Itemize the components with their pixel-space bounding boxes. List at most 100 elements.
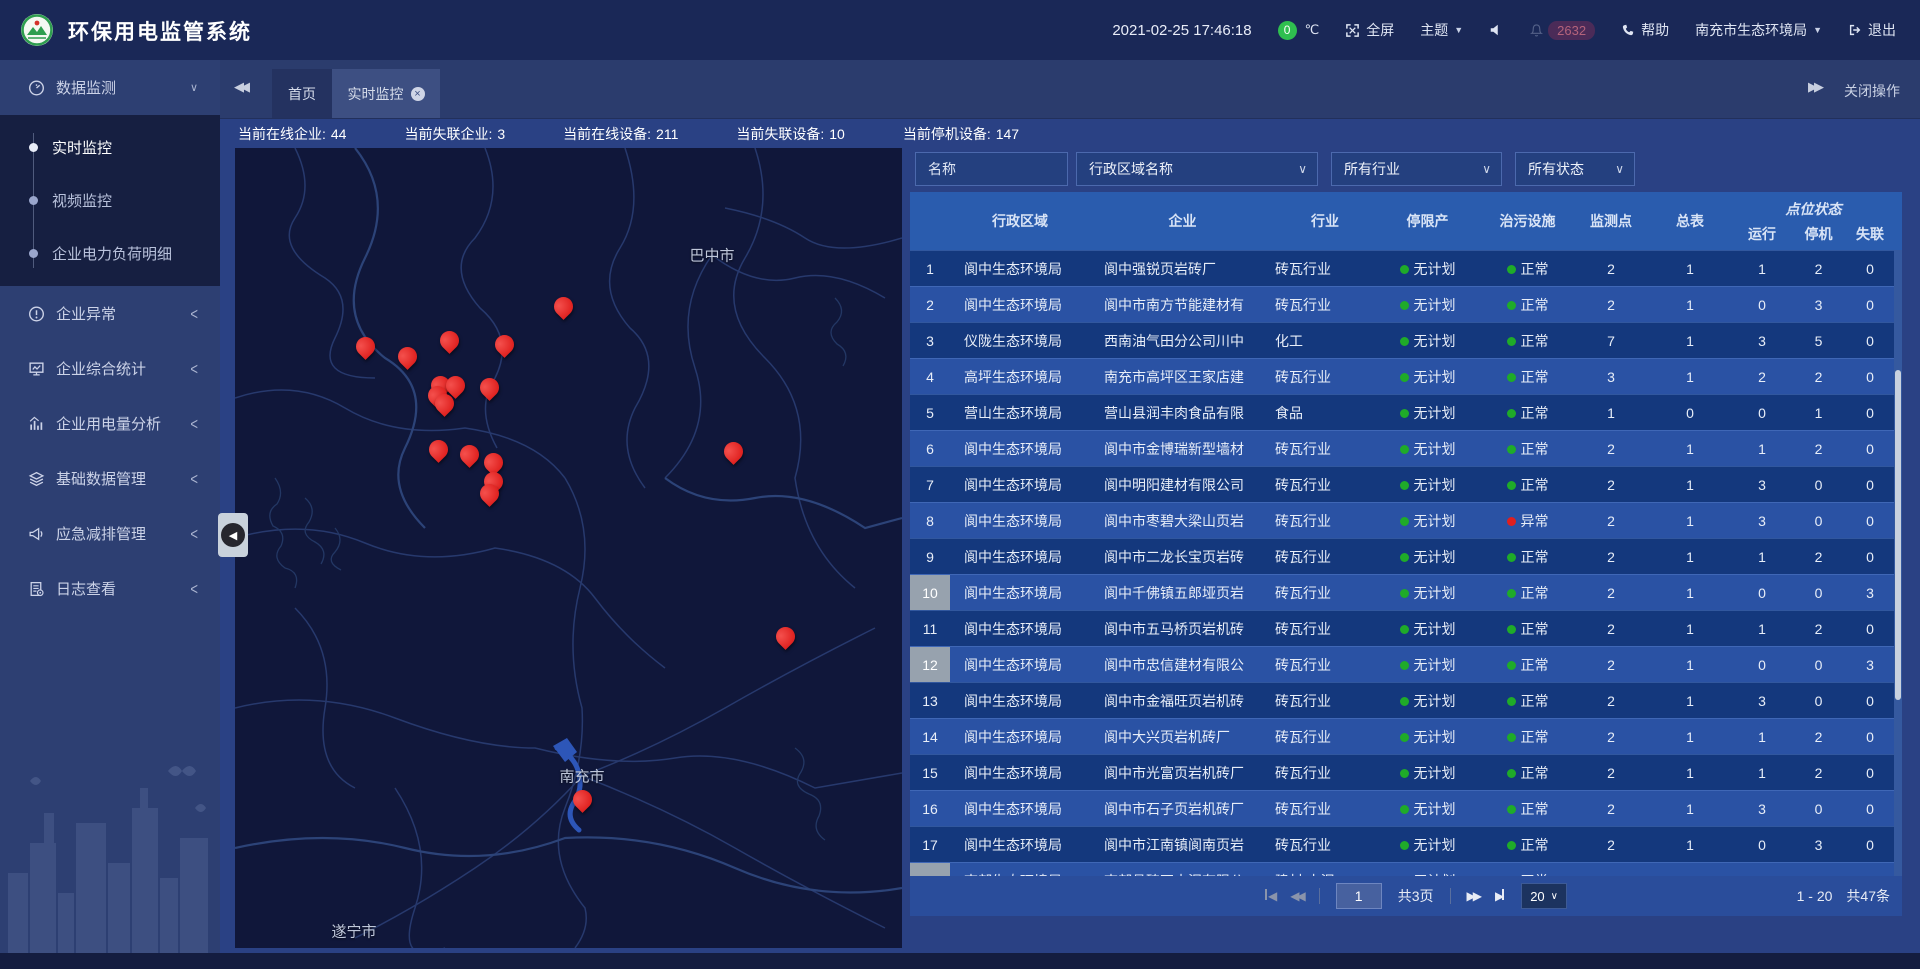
org-dropdown[interactable]: 南充市生态环境局 ▼ (1695, 20, 1822, 40)
sidebar-item-power-load-detail[interactable]: 企业电力负荷明细 (0, 227, 220, 280)
fullscreen-button[interactable]: 全屏 (1345, 20, 1394, 40)
stat-offline-devices: 当前失联设备:10 (736, 124, 844, 144)
sidebar: 数据监测 ∨ 实时监控 视频监控 企业电力负荷明细 企业异常 < 企业综合统计 … (0, 60, 220, 953)
table-row[interactable]: 13阆中生态环境局阆中市金福旺页岩机砖砖瓦行业无计划正常21300 (910, 682, 1894, 718)
status-dot-green (1400, 697, 1409, 706)
close-operations-button[interactable]: 关闭操作 (1844, 81, 1900, 101)
cell-num: 2 (910, 287, 950, 323)
cell-run: 0 (1733, 575, 1791, 611)
sidebar-item-enterprise-stats[interactable]: 企业综合统计 < (0, 341, 220, 396)
notification-button[interactable]: 2632 (1529, 21, 1595, 40)
table-row[interactable]: 11阆中生态环境局阆中市五马桥页岩机砖砖瓦行业无计划正常21120 (910, 610, 1894, 646)
prev-page-button[interactable]: ◀◀ (1290, 889, 1302, 903)
cell-region: 阆中生态环境局 (950, 503, 1090, 539)
sidebar-item-realtime-monitor[interactable]: 实时监控 (0, 121, 220, 174)
name-search-input[interactable] (915, 152, 1068, 186)
page-number-input[interactable] (1336, 883, 1382, 909)
chevron-down-icon: ▼ (1454, 25, 1463, 35)
cell-company: 西南油气田分公司川中 (1090, 323, 1275, 359)
cell-num: 8 (910, 503, 950, 539)
table-row[interactable]: 14阆中生态环境局阆中大兴页岩机砖厂砖瓦行业无计划正常21120 (910, 718, 1894, 754)
table-row[interactable]: 16阆中生态环境局阆中市石子页岩机砖厂砖瓦行业无计划正常21300 (910, 790, 1894, 826)
tab-scroll-left-icon[interactable]: ◀◀ (234, 79, 246, 95)
map-collapse-button[interactable]: ◀ (218, 513, 248, 557)
status-select[interactable]: 所有状态 ∨ (1515, 152, 1635, 186)
cell-lost: 3 (1846, 575, 1894, 611)
table-row[interactable]: 3仪陇生态环境局西南油气田分公司川中化工无计划正常71350 (910, 322, 1894, 358)
bar-chart-icon (28, 415, 45, 432)
status-dot-green (1507, 373, 1516, 382)
table-row[interactable]: 12阆中生态环境局阆中市忠信建材有限公砖瓦行业无计划正常21003 (910, 646, 1894, 682)
tab-realtime-monitor[interactable]: 实时监控 × (332, 69, 440, 118)
cell-stop: 无计划 (1375, 251, 1480, 287)
status-dot-green (1400, 409, 1409, 418)
table-row[interactable]: 4高坪生态环境局南充市高坪区王家店建砖瓦行业无计划正常31220 (910, 358, 1894, 394)
table-row[interactable]: 2阆中生态环境局阆中市南方节能建材有砖瓦行业无计划正常21030 (910, 286, 1894, 322)
table-row[interactable]: 6阆中生态环境局阆中市金博瑞新型墙材砖瓦行业无计划正常21120 (910, 430, 1894, 466)
chevron-down-icon: ∨ (1482, 162, 1491, 176)
exit-icon (1848, 23, 1862, 37)
tab-scroll-right-icon[interactable]: ▶▶ (1808, 79, 1820, 95)
cell-meters: 1 (1647, 539, 1733, 575)
table-row[interactable]: 18南部生态环境局南部县砖瓦水泥有限公建材|水泥无计划正常60060 (910, 862, 1894, 876)
tab-home[interactable]: 首页 (272, 69, 332, 118)
sidebar-item-enterprise-abnormal[interactable]: 企业异常 < (0, 286, 220, 341)
logout-button[interactable]: 退出 (1848, 20, 1896, 40)
bullet-icon (29, 143, 38, 152)
sidebar-item-log-view[interactable]: 日志查看 < (0, 561, 220, 616)
status-dot-green (1507, 553, 1516, 562)
first-page-button[interactable]: ◀ (1264, 889, 1274, 903)
sidebar-item-data-monitor[interactable]: 数据监测 ∨ (0, 60, 220, 115)
help-button[interactable]: 帮助 (1621, 20, 1669, 40)
sidebar-item-base-data[interactable]: 基础数据管理 < (0, 451, 220, 506)
sidebar-item-emergency-reduction[interactable]: 应急减排管理 < (0, 506, 220, 561)
cell-points: 2 (1575, 431, 1647, 467)
scrollbar-thumb[interactable] (1895, 370, 1901, 700)
bottom-strip (0, 953, 1920, 969)
table-row[interactable]: 9阆中生态环境局阆中市二龙长宝页岩砖砖瓦行业无计划正常21120 (910, 538, 1894, 574)
next-page-button[interactable]: ▶▶ (1467, 889, 1479, 903)
table-row[interactable]: 5营山生态环境局营山县润丰肉食品有限食品无计划正常10010 (910, 394, 1894, 430)
gauge-icon (28, 79, 45, 96)
column-header-industry: 行业 (1275, 192, 1375, 250)
cell-lost: 3 (1846, 647, 1894, 683)
cell-stopped: 0 (1791, 467, 1846, 503)
cell-meters: 0 (1647, 863, 1733, 876)
cell-stopped: 3 (1791, 827, 1846, 863)
table-row[interactable]: 10阆中生态环境局阆中千佛镇五郎垭页岩砖瓦行业无计划正常21003 (910, 574, 1894, 610)
region-select[interactable]: 行政区域名称 ∨ (1076, 152, 1318, 186)
cell-points: 2 (1575, 251, 1647, 287)
cell-points: 2 (1575, 827, 1647, 863)
last-page-button[interactable]: ▶ (1495, 889, 1505, 903)
cell-lost: 0 (1846, 791, 1894, 827)
cell-num: 17 (910, 827, 950, 863)
map-panel[interactable]: 巴中市南充市遂宁市 (235, 148, 902, 948)
cell-region: 阆中生态环境局 (950, 611, 1090, 647)
cell-run: 0 (1733, 395, 1791, 431)
industry-select[interactable]: 所有行业 ∨ (1331, 152, 1502, 186)
sidebar-item-power-analysis[interactable]: 企业用电量分析 < (0, 396, 220, 451)
sidebar-item-video-monitor[interactable]: 视频监控 (0, 174, 220, 227)
cell-industry: 砖瓦行业 (1275, 827, 1375, 863)
cell-region: 阆中生态环境局 (950, 791, 1090, 827)
table-row[interactable]: 8阆中生态环境局阆中市枣碧大梁山页岩砖瓦行业无计划异常21300 (910, 502, 1894, 538)
app-logo-icon (20, 13, 54, 47)
cell-lost: 0 (1846, 431, 1894, 467)
table-row[interactable]: 7阆中生态环境局阆中明阳建材有限公司砖瓦行业无计划正常21300 (910, 466, 1894, 502)
chevron-left-icon: < (190, 304, 198, 324)
sound-button[interactable] (1489, 23, 1503, 37)
cell-region: 阆中生态环境局 (950, 827, 1090, 863)
theme-dropdown[interactable]: 主题 ▼ (1420, 20, 1463, 40)
chevron-left-icon: < (190, 359, 198, 379)
alert-circle-icon (28, 305, 45, 322)
cell-industry: 砖瓦行业 (1275, 575, 1375, 611)
cell-company: 阆中市金福旺页岩机砖 (1090, 683, 1275, 719)
table-row[interactable]: 15阆中生态环境局阆中市光富页岩机砖厂砖瓦行业无计划正常21120 (910, 754, 1894, 790)
page-size-select[interactable]: 20 ∨ (1521, 883, 1567, 909)
status-dot-green (1507, 301, 1516, 310)
status-dot-green (1400, 517, 1409, 526)
tab-close-icon[interactable]: × (411, 87, 425, 101)
table-row[interactable]: 1阆中生态环境局阆中强锐页岩砖厂砖瓦行业无计划正常21120 (910, 250, 1894, 286)
table-row[interactable]: 17阆中生态环境局阆中市江南镇阆南页岩砖瓦行业无计划正常21030 (910, 826, 1894, 862)
table-scrollbar[interactable] (1894, 250, 1902, 876)
